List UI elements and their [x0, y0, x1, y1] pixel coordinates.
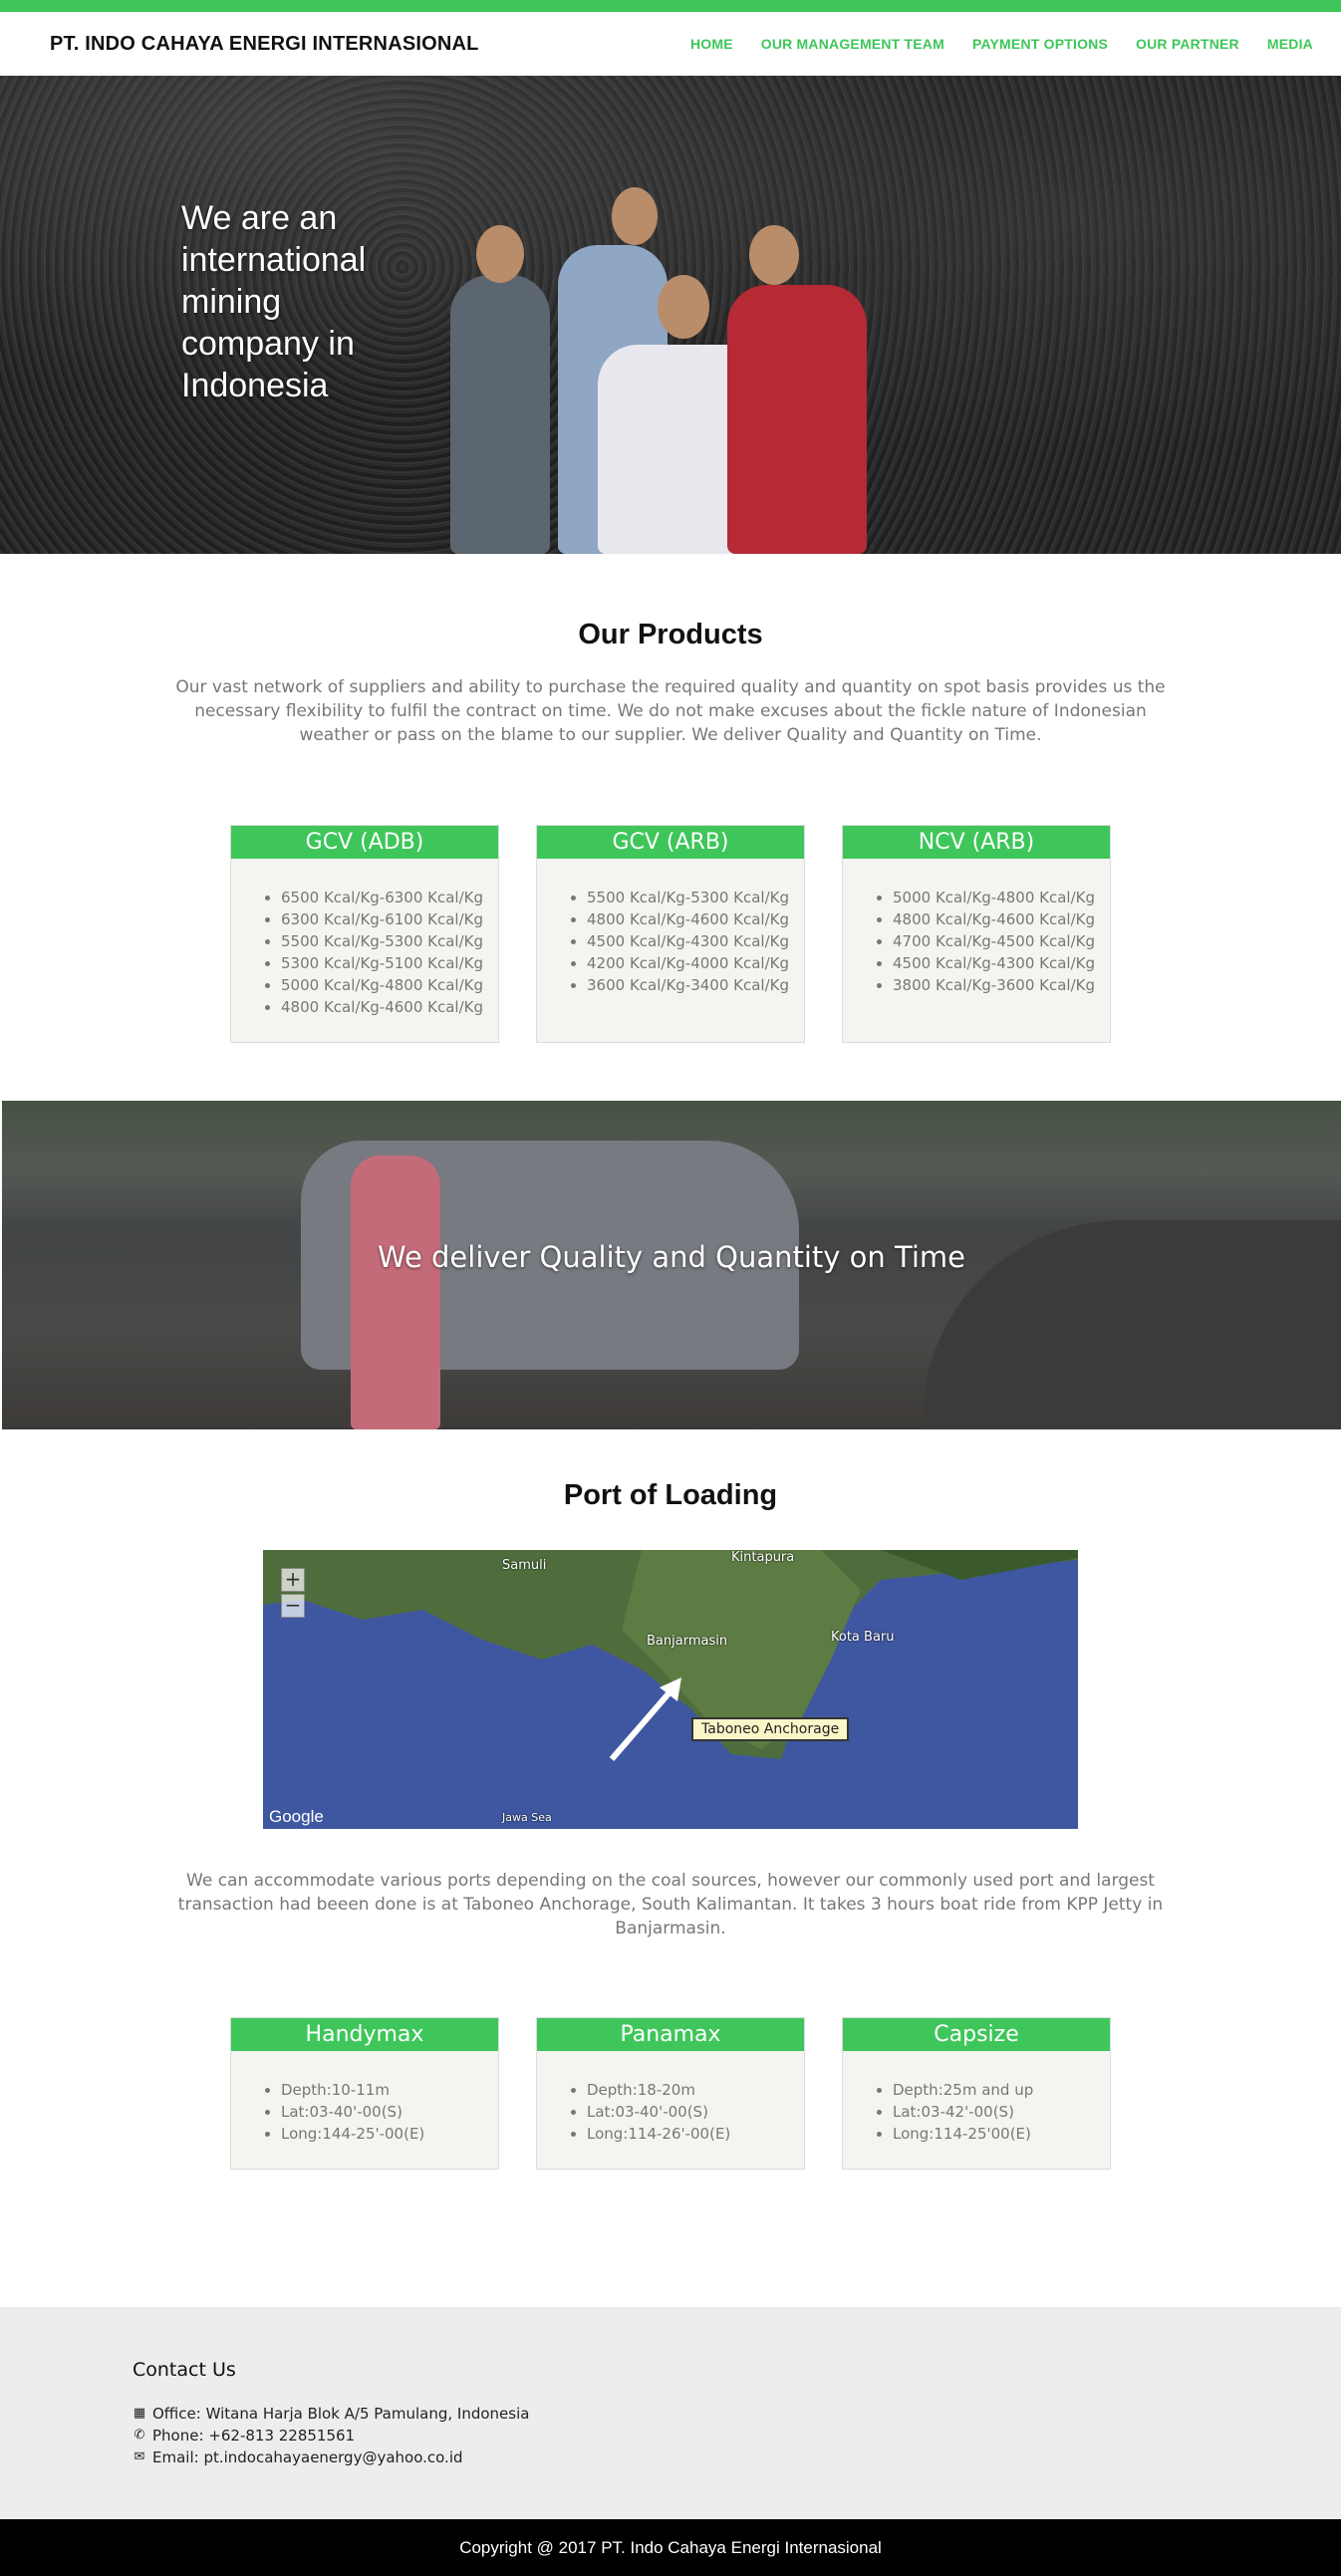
- list-item: 4500 Kcal/Kg-4300 Kcal/Kg: [893, 952, 1110, 974]
- nav-our-partner[interactable]: OUR PARTNER: [1136, 36, 1239, 52]
- banner-person: [351, 1156, 440, 1429]
- products-title: Our Products: [578, 619, 763, 650]
- list-item: Long:114-26'-00(E): [587, 2123, 804, 2145]
- list-item: 5500 Kcal/Kg-5300 Kcal/Kg: [587, 887, 804, 908]
- card-title: NCV (ARB): [843, 826, 1110, 859]
- list-item: 6300 Kcal/Kg-6100 Kcal/Kg: [281, 908, 498, 930]
- list-item: 5000 Kcal/Kg-4800 Kcal/Kg: [893, 887, 1110, 908]
- navbar: PT. INDO CAHAYA ENERGI INTERNASIONAL HOM…: [0, 12, 1341, 76]
- map-arrow-icon: [609, 1677, 681, 1761]
- port-map[interactable]: + − Banjarmasin Kota Baru Samuli Kintapu…: [263, 1550, 1078, 1829]
- contact-email: ✉ Email: pt.indocahayaenergy@yahoo.co.id: [133, 2447, 1341, 2468]
- list-item: 3600 Kcal/Kg-3400 Kcal/Kg: [587, 974, 804, 996]
- card-list: 5500 Kcal/Kg-5300 Kcal/Kg 4800 Kcal/Kg-4…: [537, 859, 804, 1016]
- products-section: Our Products Our vast network of supplie…: [0, 554, 1341, 1043]
- quality-banner: We deliver Quality and Quantity on Time: [2, 1101, 1341, 1429]
- banner-headline: We deliver Quality and Quantity on Time: [377, 1240, 965, 1274]
- nav-management-team[interactable]: OUR MANAGEMENT TEAM: [761, 36, 944, 52]
- product-card-gcv-arb: GCV (ARB) 5500 Kcal/Kg-5300 Kcal/Kg 4800…: [536, 825, 805, 1043]
- contact-email-text[interactable]: Email: pt.indocahayaenergy@yahoo.co.id: [152, 2447, 463, 2468]
- list-item: 4800 Kcal/Kg-4600 Kcal/Kg: [893, 908, 1110, 930]
- contact-title: Contact Us: [133, 2359, 236, 2381]
- list-item: 4700 Kcal/Kg-4500 Kcal/Kg: [893, 930, 1110, 952]
- footer: Contact Us ▦ Office: Witana Harja Blok A…: [0, 2307, 1341, 2576]
- phone-icon: ✆: [134, 2428, 145, 2443]
- nav-home[interactable]: HOME: [690, 36, 733, 52]
- products-description: Our vast network of suppliers and abilit…: [175, 677, 1166, 745]
- contact-office-text: Office: Witana Harja Blok A/5 Pamulang, …: [152, 2405, 530, 2423]
- list-item: 4800 Kcal/Kg-4600 Kcal/Kg: [587, 908, 804, 930]
- card-title: Capsize: [843, 2018, 1110, 2051]
- card-list: 5000 Kcal/Kg-4800 Kcal/Kg 4800 Kcal/Kg-4…: [843, 859, 1110, 1016]
- contact-section: Contact Us ▦ Office: Witana Harja Blok A…: [0, 2307, 1341, 2519]
- hero-person-4: [727, 285, 867, 554]
- vessel-cards: Handymax Depth:10-11m Lat:03-40'-00(S) L…: [0, 2017, 1341, 2170]
- top-accent-bar: [0, 0, 1341, 12]
- card-list: Depth:25m and up Lat:03-42'-00(S) Long:1…: [843, 2051, 1110, 2165]
- list-item: 5300 Kcal/Kg-5100 Kcal/Kg: [281, 952, 498, 974]
- port-title: Port of Loading: [563, 1479, 778, 1511]
- copyright-bar: Copyright @ 2017 PT. Indo Cahaya Energi …: [0, 2519, 1341, 2576]
- envelope-icon: ✉: [134, 2449, 145, 2464]
- list-item: Depth:10-11m: [281, 2079, 498, 2101]
- map-google-logo: Google: [269, 1807, 324, 1826]
- list-item: Lat:03-42'-00(S): [893, 2101, 1110, 2123]
- list-item: 3800 Kcal/Kg-3600 Kcal/Kg: [893, 974, 1110, 996]
- list-item: 4800 Kcal/Kg-4600 Kcal/Kg: [281, 996, 498, 1018]
- port-section: Port of Loading + − Banjarmasin Kota Bar…: [0, 1429, 1341, 2170]
- list-item: Depth:25m and up: [893, 2079, 1110, 2101]
- card-title: Panamax: [537, 2018, 804, 2051]
- vessel-card-handymax: Handymax Depth:10-11m Lat:03-40'-00(S) L…: [230, 2017, 499, 2170]
- brand-logo-text[interactable]: PT. INDO CAHAYA ENERGI INTERNASIONAL: [50, 33, 479, 56]
- card-title: Handymax: [231, 2018, 498, 2051]
- hero-headline: We are an international mining company i…: [181, 199, 367, 404]
- list-item: Depth:18-20m: [587, 2079, 804, 2101]
- building-icon: ▦: [133, 2406, 146, 2421]
- card-list: Depth:10-11m Lat:03-40'-00(S) Long:144-2…: [231, 2051, 498, 2165]
- hero-banner: We are an international mining company i…: [0, 76, 1341, 554]
- hero-person-1: [450, 275, 550, 554]
- nav-payment-options[interactable]: PAYMENT OPTIONS: [972, 36, 1108, 52]
- card-list: 6500 Kcal/Kg-6300 Kcal/Kg 6300 Kcal/Kg-6…: [231, 859, 498, 1038]
- vessel-card-capsize: Capsize Depth:25m and up Lat:03-42'-00(S…: [842, 2017, 1111, 2170]
- vessel-card-panamax: Panamax Depth:18-20m Lat:03-40'-00(S) Lo…: [536, 2017, 805, 2170]
- list-item: 5500 Kcal/Kg-5300 Kcal/Kg: [281, 930, 498, 952]
- card-title: GCV (ARB): [537, 826, 804, 859]
- hero-person-2-head: [612, 187, 658, 245]
- list-item: 5000 Kcal/Kg-4800 Kcal/Kg: [281, 974, 498, 996]
- list-item: 4500 Kcal/Kg-4300 Kcal/Kg: [587, 930, 804, 952]
- contact-phone: ✆ Phone: +62-813 22851561: [133, 2425, 1341, 2447]
- product-card-ncv-arb: NCV (ARB) 5000 Kcal/Kg-4800 Kcal/Kg 4800…: [842, 825, 1111, 1043]
- list-item: Lat:03-40'-00(S): [281, 2101, 498, 2123]
- card-title: GCV (ADB): [231, 826, 498, 859]
- nav-media[interactable]: MEDIA: [1267, 36, 1313, 52]
- list-item: 6500 Kcal/Kg-6300 Kcal/Kg: [281, 887, 498, 908]
- list-item: Long:144-25'-00(E): [281, 2123, 498, 2145]
- contact-phone-text: Phone: +62-813 22851561: [152, 2427, 356, 2445]
- product-cards: GCV (ADB) 6500 Kcal/Kg-6300 Kcal/Kg 6300…: [0, 825, 1341, 1043]
- contact-office: ▦ Office: Witana Harja Blok A/5 Pamulang…: [133, 2403, 1341, 2425]
- hero-person-4-head: [749, 225, 799, 285]
- port-description: We can accommodate various ports dependi…: [177, 1871, 1164, 1938]
- map-callout-taboneo: Taboneo Anchorage: [691, 1717, 850, 1741]
- card-list: Depth:18-20m Lat:03-40'-00(S) Long:114-2…: [537, 2051, 804, 2165]
- product-card-gcv-adb: GCV (ADB) 6500 Kcal/Kg-6300 Kcal/Kg 6300…: [230, 825, 499, 1043]
- main-nav: HOME OUR MANAGEMENT TEAM PAYMENT OPTIONS…: [690, 36, 1313, 52]
- page: PT. INDO CAHAYA ENERGI INTERNASIONAL HOM…: [0, 0, 1341, 2576]
- list-item: Lat:03-40'-00(S): [587, 2101, 804, 2123]
- hero-person-1-head: [476, 225, 524, 283]
- hero-person-3-head: [658, 275, 709, 339]
- list-item: 4200 Kcal/Kg-4000 Kcal/Kg: [587, 952, 804, 974]
- list-item: Long:114-25'00(E): [893, 2123, 1110, 2145]
